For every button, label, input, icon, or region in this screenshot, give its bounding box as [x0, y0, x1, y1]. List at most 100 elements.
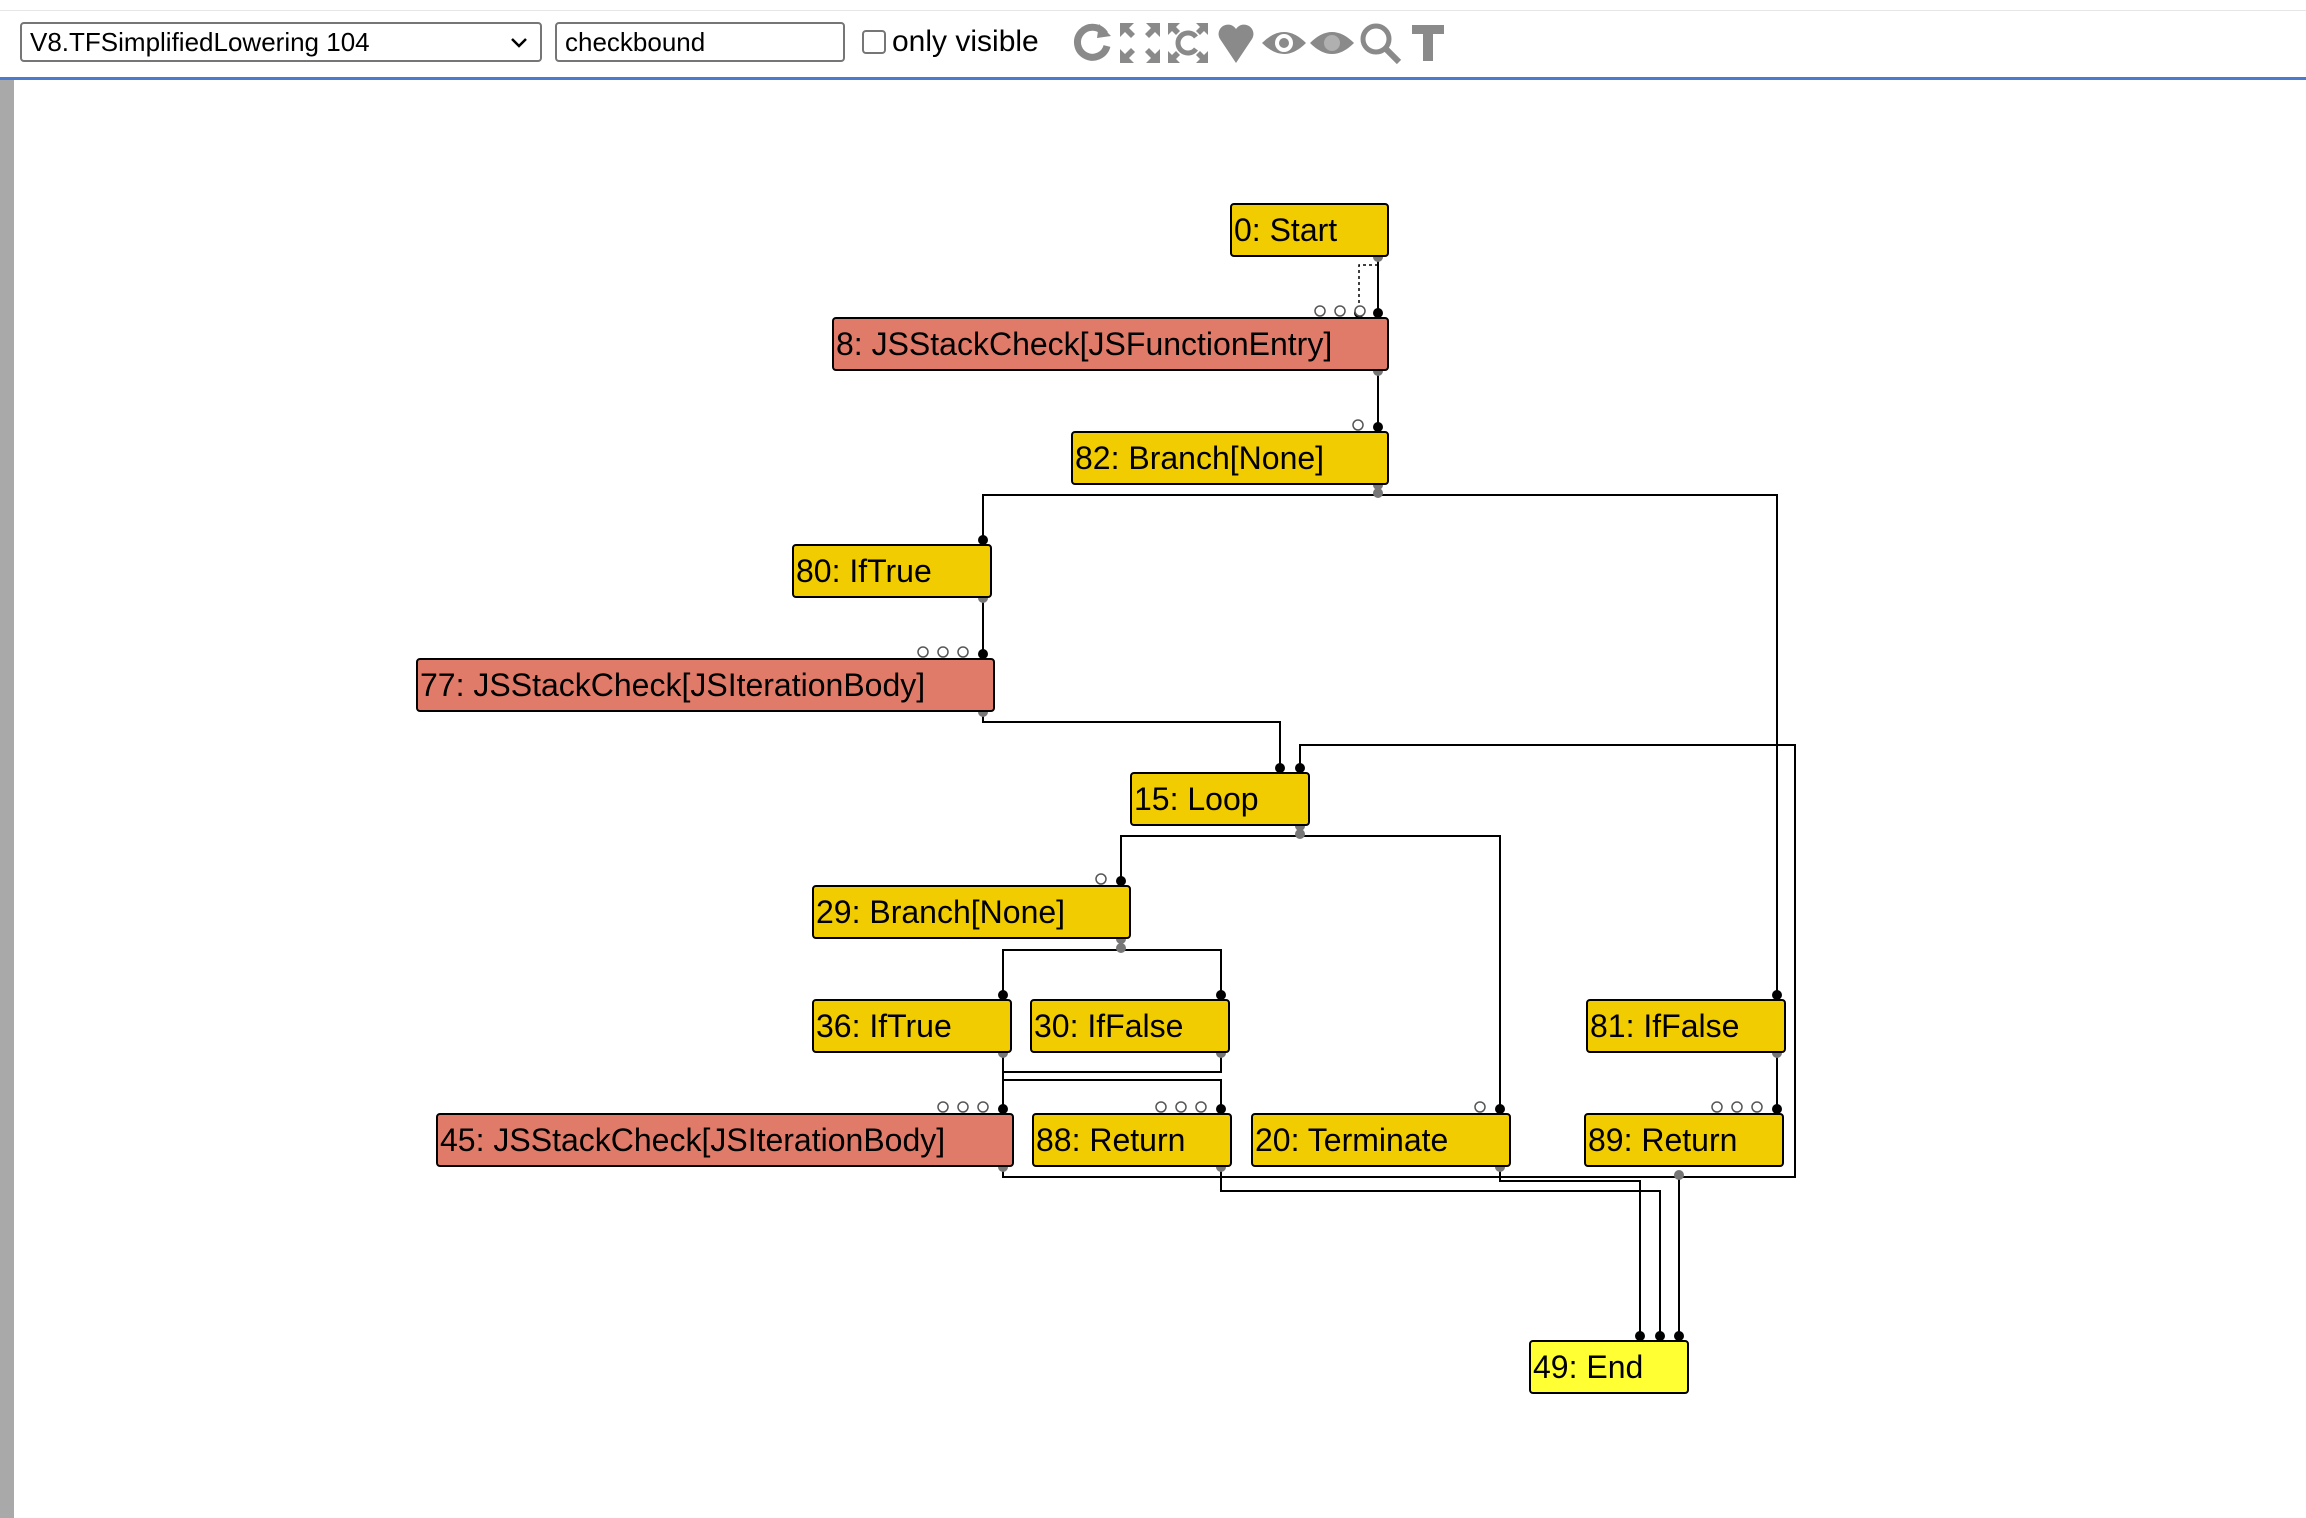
unconnected-input-marker: [917, 646, 929, 658]
unconnected-input-marker: [977, 1101, 989, 1113]
edge-88-49[interactable]: [1220, 1169, 1661, 1334]
edge-82-80[interactable]: [982, 487, 1379, 538]
edge-input-dot: [1373, 308, 1383, 318]
edge-start-effect-dotted[interactable]: [1358, 264, 1378, 311]
phase-select[interactable]: V8.TFSimplifiedLowering 104: [20, 22, 542, 62]
graph-node-77[interactable]: 77: JSStackCheck[JSIterationBody]: [416, 658, 995, 712]
graph-node-15[interactable]: 15: Loop: [1130, 772, 1310, 826]
graph-node-49[interactable]: 49: End: [1529, 1340, 1689, 1394]
graph-node-36[interactable]: 36: IfTrue: [812, 999, 1012, 1053]
edge-input-dot: [1373, 422, 1383, 432]
heart-icon[interactable]: [1212, 18, 1260, 68]
graph-node-label: 49: End: [1533, 1349, 1643, 1385]
edge-input-dot: [1772, 1104, 1782, 1114]
graph-canvas[interactable]: 0: Start 8: JSStackCheck[JSFunctionEntry]…: [14, 80, 2306, 1518]
refresh-icon[interactable]: [1068, 18, 1116, 68]
graph-node-0[interactable]: 0: Start: [1230, 203, 1389, 257]
unconnected-input-marker: [1155, 1101, 1167, 1113]
edge-input-dot: [1275, 763, 1285, 773]
search-input[interactable]: [555, 22, 845, 62]
graph-node-label: 30: IfFalse: [1034, 1008, 1183, 1044]
graph-node-label: 0: Start: [1234, 212, 1337, 248]
edge-input-dot: [1295, 763, 1305, 773]
unconnected-input-marker: [1195, 1101, 1207, 1113]
unconnected-input-marker: [937, 1101, 949, 1113]
graph-node-81[interactable]: 81: IfFalse: [1586, 999, 1786, 1053]
edge-input-dot: [1635, 1331, 1645, 1341]
unconnected-input-marker: [1095, 873, 1107, 885]
edges-layer: [917, 252, 1796, 1341]
unconnected-input-marker: [1731, 1101, 1743, 1113]
expand-icon[interactable]: [1116, 18, 1164, 68]
unconnected-input-marker: [1474, 1101, 1486, 1113]
graph-node-82[interactable]: 82: Branch[None]: [1071, 431, 1389, 485]
unconnected-input-marker: [1751, 1101, 1763, 1113]
unconnected-input-marker: [1175, 1101, 1187, 1113]
graph-node-89[interactable]: 89: Return: [1584, 1113, 1784, 1167]
edge-29-36[interactable]: [1002, 941, 1122, 993]
only-visible-checkbox[interactable]: [862, 30, 886, 54]
toolbar: V8.TFSimplifiedLowering 104 only visible: [0, 0, 2306, 80]
graph-node-label: 20: Terminate: [1255, 1122, 1448, 1158]
nodes-layer: 0: Start 8: JSStackCheck[JSFunctionEntry]…: [416, 203, 1786, 1394]
edge-input-dot: [978, 535, 988, 545]
graph-node-label: 36: IfTrue: [816, 1008, 952, 1044]
edge-input-dot: [998, 1104, 1008, 1114]
graph-node-80[interactable]: 80: IfTrue: [792, 544, 992, 598]
unconnected-input-marker: [1334, 305, 1346, 317]
edge-29-30[interactable]: [1121, 949, 1222, 993]
graph-node-label: 29: Branch[None]: [816, 894, 1065, 930]
edge-output-dot: [1295, 829, 1305, 839]
unconnected-input-marker: [1354, 305, 1366, 317]
edge-input-dot: [1495, 1104, 1505, 1114]
window-top-strip: [0, 0, 2306, 11]
phase-select-value: V8.TFSimplifiedLowering 104: [30, 27, 370, 57]
edge-77-15[interactable]: [982, 714, 1281, 766]
graph-node-label: 77: JSStackCheck[JSIterationBody]: [420, 667, 925, 703]
graph-node-label: 8: JSStackCheck[JSFunctionEntry]: [836, 326, 1332, 362]
edge-input-dot: [1216, 990, 1226, 1000]
edge-15-29[interactable]: [1120, 828, 1301, 879]
edge-input-dot: [1655, 1331, 1665, 1341]
graph-node-label: 88: Return: [1036, 1122, 1185, 1158]
edge-output-dot: [1373, 488, 1383, 498]
graph-node-label: 45: JSStackCheck[JSIterationBody]: [440, 1122, 945, 1158]
unconnected-input-marker: [957, 1101, 969, 1113]
only-visible-toggle[interactable]: only visible: [862, 22, 1039, 62]
graph-node-8[interactable]: 8: JSStackCheck[JSFunctionEntry]: [832, 317, 1389, 371]
edge-output-dot: [1116, 943, 1126, 953]
edge-input-dot: [978, 649, 988, 659]
text-t-icon[interactable]: [1404, 18, 1452, 68]
graph-node-45[interactable]: 45: JSStackCheck[JSIterationBody]: [436, 1113, 1014, 1167]
edge-input-dot: [1216, 1104, 1226, 1114]
unconnected-input-marker: [1711, 1101, 1723, 1113]
edge-input-dot: [1674, 1331, 1684, 1341]
unconnected-input-marker: [937, 646, 949, 658]
edge-output-dot: [1674, 1170, 1684, 1180]
only-visible-label: only visible: [892, 25, 1039, 58]
edge-15-20[interactable]: [1300, 835, 1501, 1107]
graph-node-29[interactable]: 29: Branch[None]: [812, 885, 1131, 939]
unconnected-input-marker: [957, 646, 969, 658]
graph-node-label: 80: IfTrue: [796, 553, 932, 589]
search-icon[interactable]: [1356, 18, 1404, 68]
edge-input-dot: [1772, 990, 1782, 1000]
edge-input-dot: [1116, 876, 1126, 886]
edge-45-15[interactable]: [1002, 744, 1796, 1178]
eye-filled-icon[interactable]: [1308, 18, 1356, 68]
graph-node-30[interactable]: 30: IfFalse: [1030, 999, 1230, 1053]
graph-node-20[interactable]: 20: Terminate: [1251, 1113, 1511, 1167]
graph-node-label: 15: Loop: [1134, 781, 1259, 817]
graph-node-label: 89: Return: [1588, 1122, 1737, 1158]
left-sidebar-edge: [0, 80, 14, 1518]
graph-node-label: 81: IfFalse: [1590, 1008, 1739, 1044]
unconnected-input-marker: [1314, 305, 1326, 317]
unconnected-input-marker: [1352, 419, 1364, 431]
edge-30-88[interactable]: [1002, 1055, 1222, 1107]
layout-icon[interactable]: [1164, 18, 1212, 68]
edge-20-49[interactable]: [1499, 1169, 1641, 1334]
eye-outline-icon[interactable]: [1260, 18, 1308, 68]
graph-node-88[interactable]: 88: Return: [1032, 1113, 1232, 1167]
toolbar-icons: [1068, 16, 1452, 70]
edge-input-dot: [998, 990, 1008, 1000]
